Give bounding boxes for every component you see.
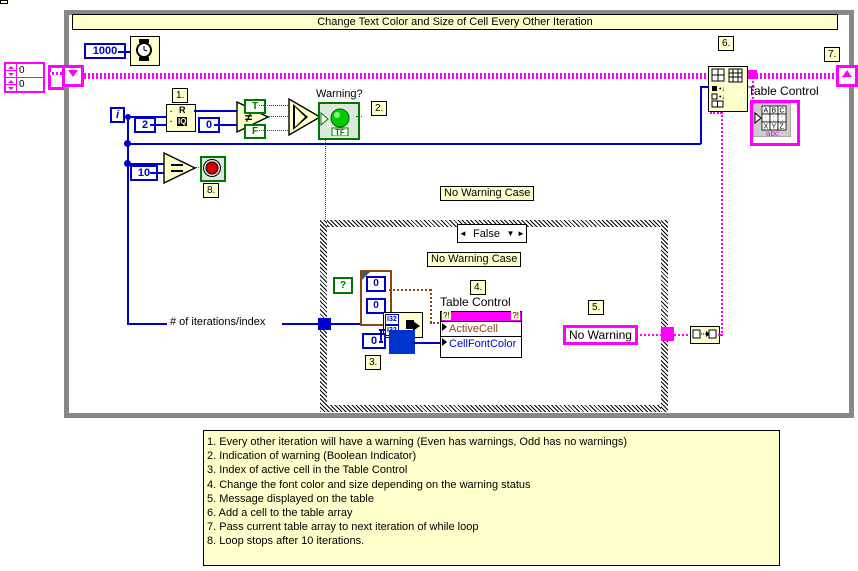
property-row-activecell-label: ActiveCell <box>449 323 498 335</box>
legend-item-4: 4. Change the font color and size depend… <box>207 478 531 491</box>
case-selector[interactable]: ◄ False ▼ ► <box>457 224 527 243</box>
array-element-value-2[interactable]: 0 <box>17 78 43 91</box>
warning-indicator-label: Warning? <box>316 88 363 100</box>
wire-i-branch-vertical <box>127 116 129 324</box>
callout-3: 3. <box>365 355 382 370</box>
svg-text::: : <box>781 116 783 123</box>
wire-junction-i-3 <box>124 140 131 147</box>
case-selector-prev-arrow[interactable]: ◄ <box>458 229 468 238</box>
array-index-spinner-1[interactable] <box>6 64 17 77</box>
table-icon: A B C : : : X Y Z abc <box>752 102 792 138</box>
callout-6: 6. <box>718 36 735 51</box>
equal-node[interactable] <box>163 151 197 189</box>
svg-text::: : <box>773 116 775 123</box>
legend-item-2: 2. Indication of warning (Boolean Indica… <box>207 450 417 463</box>
clock-icon <box>136 39 152 61</box>
bundle-input-type-1: I32 <box>385 314 399 325</box>
wire-up-to-insertarray <box>721 112 723 336</box>
property-node-right-glyph: ?! <box>511 311 520 320</box>
table-control-property-node[interactable]: ?! ?! ActiveCell CellFontColor <box>440 311 522 358</box>
case-tunnel-index[interactable] <box>318 318 331 330</box>
svg-text:•↓: •↓ <box>719 94 725 101</box>
loop-stop-terminal[interactable] <box>200 156 226 182</box>
wire-iterations-index-left <box>127 323 167 325</box>
callout-7: 7. <box>824 47 841 62</box>
wire-cluster-down <box>430 289 432 323</box>
svg-text:B: B <box>772 108 777 115</box>
callout-1: 1. <box>172 88 189 103</box>
array-element-value-1[interactable]: 0 <box>17 64 43 77</box>
property-node-label: Table Control <box>440 295 511 309</box>
legend-item-3: 3. Index of active cell in the Table Con… <box>207 464 408 477</box>
callout-no-warning-case-outer-wrapper <box>0 0 8 4</box>
no-warning-string-constant[interactable]: No Warning <box>563 325 638 345</box>
case-selector-next-arrow[interactable]: ► <box>516 229 526 238</box>
case-border-bottom <box>320 405 668 412</box>
case-selector-value[interactable]: False <box>468 228 505 240</box>
cluster-element-1[interactable]: 0 <box>366 276 386 292</box>
wire-junction-i <box>125 114 131 120</box>
case-outer-label: No Warning Case <box>440 186 535 201</box>
legend-item-5: 5. Message displayed on the table <box>207 492 374 505</box>
case-inner-label: No Warning Case <box>427 252 522 267</box>
wire-zero-to-notequal <box>214 124 238 126</box>
shift-register-down-arrow <box>68 70 78 77</box>
property-row-activecell[interactable]: ActiveCell <box>441 322 521 337</box>
wire-cluster-right <box>389 289 431 291</box>
diagram-title: Change Text Color and Size of Cell Every… <box>72 14 838 30</box>
insert-into-array-node[interactable]: •↓ •↓ <box>708 66 748 112</box>
callout-2: 2. <box>371 101 388 116</box>
labview-block-diagram: 0 0 Change Text Color and Size of Cell E… <box>0 0 858 571</box>
shift-register-up-arrow <box>842 70 852 77</box>
array-to-cluster-node[interactable] <box>690 326 720 344</box>
wire-color-to-cellfontcolor <box>412 342 442 344</box>
table-icon-type-label: abc <box>766 129 779 137</box>
wire-qr-to-notequal <box>194 110 240 112</box>
case-border-left <box>320 220 327 412</box>
wire-nowarning-to-tunnel <box>640 334 662 336</box>
wire-insertarray-index-left <box>128 143 701 145</box>
legend-item-7: 7. Pass current table array to next iter… <box>207 521 479 534</box>
property-row-cellfontcolor-label: CellFontColor <box>449 338 517 350</box>
case-border-right <box>661 220 668 412</box>
select-true-constant[interactable]: T <box>244 99 266 114</box>
wait-ms-node[interactable] <box>130 36 160 66</box>
legend-item-6: 6. Add a cell to the table array <box>207 507 353 520</box>
select-false-constant[interactable]: F <box>244 124 266 139</box>
warning-boolean-indicator[interactable]: TF <box>318 102 360 140</box>
legend-item-1: 1. Every other iteration will have a war… <box>207 436 628 448</box>
wire-index-constant-right <box>379 341 383 343</box>
array-index-spinner-2[interactable] <box>6 78 17 91</box>
legend-box: 1. Every other iteration will have a war… <box>203 430 780 566</box>
shift-register-right[interactable] <box>836 65 858 87</box>
property-row-cellfontcolor[interactable]: CellFontColor <box>441 337 521 351</box>
quotient-remainder-node[interactable]: · R · IQ <box>166 104 196 132</box>
table-control-indicator[interactable]: A B C : : : X Y Z abc <box>750 100 800 146</box>
wire-insertarray-index-vertical <box>700 86 702 144</box>
case-tunnel-string-out[interactable] <box>661 327 674 341</box>
svg-text:TF: TF <box>335 128 345 136</box>
svg-text::: : <box>765 116 767 123</box>
svg-text:•↓: •↓ <box>719 86 725 93</box>
table-control-indicator-label: Table Control <box>748 84 819 98</box>
svg-text:A: A <box>764 108 769 115</box>
case-selector-terminal[interactable]: ? <box>333 277 353 294</box>
callout-8: 8. <box>203 183 220 198</box>
chevron-down-icon[interactable]: ▼ <box>505 229 516 238</box>
property-node-left-glyph: ?! <box>442 311 451 320</box>
shift-register-left[interactable] <box>62 65 84 87</box>
callout-4: 4. <box>470 280 487 295</box>
iteration-terminal: i <box>110 107 126 123</box>
svg-text:C: C <box>780 108 785 115</box>
legend-item-8: 8. Loop stops after 10 iterations. <box>207 535 365 548</box>
svg-text:Z: Z <box>780 124 785 131</box>
array-control-outside-loop[interactable]: 0 0 <box>4 62 68 93</box>
wire-index-into-bundle <box>379 329 385 331</box>
property-node-header: ?! ?! <box>441 311 521 322</box>
wire-warning-right <box>356 116 358 117</box>
select-node[interactable] <box>288 97 322 141</box>
iterations-index-label: # of iterations/index <box>170 316 266 328</box>
callout-5: 5. <box>588 300 605 315</box>
